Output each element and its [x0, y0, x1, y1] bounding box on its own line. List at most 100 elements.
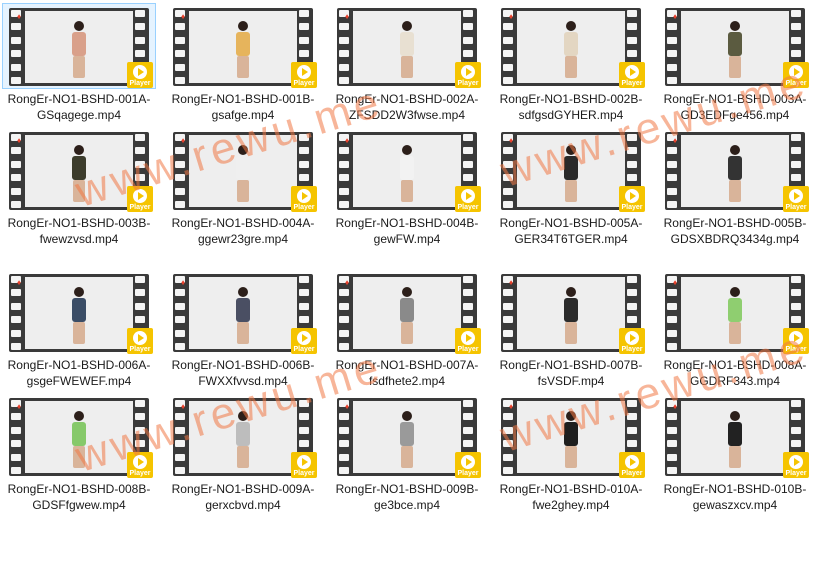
figure-image [400, 287, 414, 347]
video-thumbnail[interactable]: ♦ Player [495, 128, 647, 212]
video-thumbnail[interactable]: ♦ Player [3, 394, 155, 478]
play-icon [789, 189, 803, 203]
video-thumbnail[interactable]: ♦ Player [331, 270, 483, 354]
video-thumbnail[interactable]: ♦ Player [495, 4, 647, 88]
file-item[interactable]: ♦ Player RongEr-NO1-BSHD-001B-gsafge.mp4 [165, 4, 321, 123]
file-name: RongEr-NO1-BSHD-003B-fwewzvsd.mp4 [7, 216, 151, 246]
file-item[interactable]: ♦ Player RongEr-NO1-BSHD-010A-fwe2ghey.mp4 [493, 394, 649, 513]
outfit-color [236, 422, 250, 446]
file-item[interactable]: ♦ Player RongEr-NO1-BSHD-007A-fsdfhete2.mp… [329, 270, 485, 389]
file-name: RongEr-NO1-BSHD-009B-ge3bce.mp4 [335, 482, 479, 512]
outfit-color [400, 32, 414, 56]
file-item[interactable]: ♦ Player RongEr-NO1-BSHD-005A-GER34T6TGER.… [493, 128, 649, 247]
file-item[interactable]: ♦ Player RongEr-NO1-BSHD-004B-gewFW.mp4 [329, 128, 485, 247]
thumbnail-image [25, 277, 133, 349]
thumbnail-image [517, 11, 625, 83]
player-badge-label: Player [785, 470, 807, 477]
figure-image [400, 21, 414, 81]
play-icon [625, 189, 639, 203]
video-thumbnail[interactable]: ♦ Player [659, 4, 811, 88]
player-badge-icon: Player [291, 62, 317, 88]
video-thumbnail[interactable]: ♦ Player [331, 128, 483, 212]
video-thumbnail[interactable]: ♦ Player [659, 394, 811, 478]
player-badge-icon: Player [783, 186, 809, 212]
video-thumbnail[interactable]: ♦ Player [167, 270, 319, 354]
thumbnail-image [517, 401, 625, 473]
player-badge-label: Player [293, 470, 315, 477]
video-thumbnail[interactable]: ♦ Player [167, 128, 319, 212]
file-name: RongEr-NO1-BSHD-010B-gewaszxcv.mp4 [663, 482, 807, 512]
player-badge-icon: Player [619, 62, 645, 88]
player-badge-label: Player [621, 80, 643, 87]
file-item[interactable]: ♦ Player RongEr-NO1-BSHD-005B-GDSXBDRQ3434… [657, 128, 813, 247]
figure-image [564, 411, 578, 471]
file-item[interactable]: ♦ Player RongEr-NO1-BSHD-008A-GGDRF343.mp4 [657, 270, 813, 389]
file-item[interactable]: ♦ Player RongEr-NO1-BSHD-002A-ZFSDD2W3fwse… [329, 4, 485, 123]
play-icon [461, 455, 475, 469]
file-item[interactable]: ♦ Player RongEr-NO1-BSHD-006A-gsgeFWEWEF.m… [1, 270, 157, 389]
file-item[interactable]: ♦ Player RongEr-NO1-BSHD-007B-fsVSDF.mp4 [493, 270, 649, 389]
play-icon [297, 65, 311, 79]
thumbnail-image [189, 401, 297, 473]
file-item[interactable]: ♦ Player RongEr-NO1-BSHD-009B-ge3bce.mp4 [329, 394, 485, 513]
player-badge-icon: Player [291, 452, 317, 478]
video-thumbnail[interactable]: ♦ Player [2, 3, 156, 89]
outfit-color [400, 422, 414, 446]
flame-icon: ♦ [673, 278, 678, 287]
figure-image [728, 145, 742, 205]
outfit-color [236, 32, 250, 56]
figure-image [236, 411, 250, 471]
file-item[interactable]: ♦ Player RongEr-NO1-BSHD-010B-gewaszxcv.mp… [657, 394, 813, 513]
file-name: RongEr-NO1-BSHD-003A-GD3EDFge456.mp4 [663, 92, 807, 122]
thumbnail-image [681, 135, 789, 207]
figure-image [236, 145, 250, 205]
flame-icon: ♦ [509, 278, 514, 287]
video-thumbnail[interactable]: ♦ Player [659, 128, 811, 212]
player-badge-label: Player [621, 204, 643, 211]
thumbnail-image [353, 135, 461, 207]
video-thumbnail[interactable]: ♦ Player [331, 4, 483, 88]
player-badge-icon: Player [455, 452, 481, 478]
figure-image [400, 411, 414, 471]
file-name: RongEr-NO1-BSHD-002B-sdfgsdGYHER.mp4 [499, 92, 643, 122]
file-item[interactable]: ♦ Player RongEr-NO1-BSHD-003B-fwewzvsd.mp4 [1, 128, 157, 247]
file-item[interactable]: ♦ Player RongEr-NO1-BSHD-003A-GD3EDFge456.… [657, 4, 813, 123]
file-item[interactable]: ♦ Player RongEr-NO1-BSHD-009A-gerxcbvd.mp4 [165, 394, 321, 513]
file-name: RongEr-NO1-BSHD-001B-gsafge.mp4 [171, 92, 315, 122]
file-item[interactable]: ♦ Player RongEr-NO1-BSHD-001A-GSqagege.mp4 [1, 3, 157, 123]
file-name: RongEr-NO1-BSHD-005A-GER34T6TGER.mp4 [499, 216, 643, 246]
video-thumbnail[interactable]: ♦ Player [495, 394, 647, 478]
thumbnail-image [189, 277, 297, 349]
outfit-color [728, 298, 742, 322]
outfit-color [236, 298, 250, 322]
player-badge-icon: Player [291, 328, 317, 354]
player-badge-icon: Player [455, 328, 481, 354]
file-item[interactable]: ♦ Player RongEr-NO1-BSHD-006B-FWXXfvvsd.mp… [165, 270, 321, 389]
play-icon [461, 65, 475, 79]
file-item[interactable]: ♦ Player RongEr-NO1-BSHD-004A-ggewr23gre.m… [165, 128, 321, 247]
player-badge-label: Player [621, 346, 643, 353]
video-thumbnail[interactable]: ♦ Player [331, 394, 483, 478]
video-thumbnail[interactable]: ♦ Player [659, 270, 811, 354]
outfit-color [564, 32, 578, 56]
file-grid: ♦ Player RongEr-NO1-BSHD-001A-GSqagege.mp4… [0, 0, 813, 588]
video-thumbnail[interactable]: ♦ Player [495, 270, 647, 354]
file-name: RongEr-NO1-BSHD-010A-fwe2ghey.mp4 [499, 482, 643, 512]
file-name: RongEr-NO1-BSHD-008B-GDSFfgwew.mp4 [7, 482, 151, 512]
video-thumbnail[interactable]: ♦ Player [167, 4, 319, 88]
flame-icon: ♦ [181, 402, 186, 411]
player-badge-icon: Player [127, 186, 153, 212]
file-item[interactable]: ♦ Player RongEr-NO1-BSHD-002B-sdfgsdGYHER.… [493, 4, 649, 123]
player-badge-label: Player [457, 80, 479, 87]
flame-icon: ♦ [181, 278, 186, 287]
file-item[interactable]: ♦ Player RongEr-NO1-BSHD-008B-GDSFfgwew.mp… [1, 394, 157, 513]
video-thumbnail[interactable]: ♦ Player [167, 394, 319, 478]
video-thumbnail[interactable]: ♦ Player [3, 270, 155, 354]
player-badge-label: Player [621, 470, 643, 477]
thumbnail-image [681, 401, 789, 473]
play-icon [133, 455, 147, 469]
flame-icon: ♦ [509, 136, 514, 145]
outfit-color [72, 298, 86, 322]
thumbnail-image [189, 135, 297, 207]
video-thumbnail[interactable]: ♦ Player [3, 128, 155, 212]
